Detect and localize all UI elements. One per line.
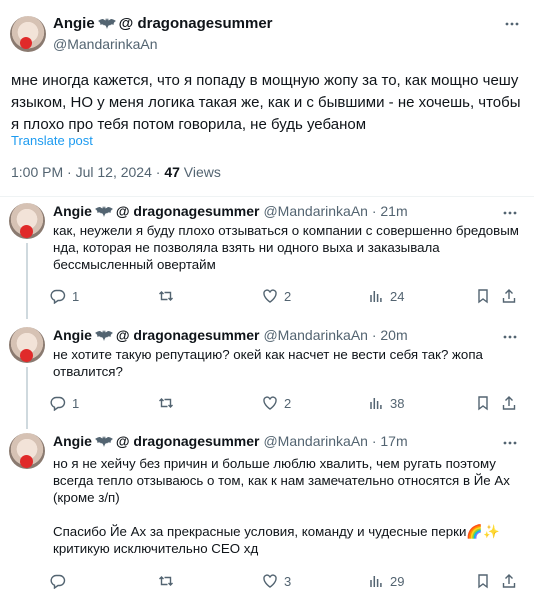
like-button[interactable]: 2 [262,395,291,411]
translate-link[interactable]: Translate post [11,133,93,148]
like-icon [263,289,277,303]
share-button[interactable] [501,573,517,589]
reply-paragraph: Спасибо Йе Ах за прекрасные условия, ком… [53,524,500,556]
like-icon [263,574,277,588]
avatar[interactable] [9,203,45,239]
repost-button[interactable] [158,395,180,411]
bat-icon [94,435,113,447]
reply-paragraph: как, неужели я буду плохо отзываться о к… [53,223,519,272]
bookmark-button[interactable] [475,573,491,589]
reply-text: но я не хейчу без причин и больше люблю … [53,455,523,557]
more-icon[interactable] [502,435,518,456]
reply-icon [50,289,66,304]
more-icon[interactable] [504,16,520,37]
repost-icon [159,291,173,301]
repost-icon [159,398,173,408]
action-bar: 1 2 38 [50,395,520,415]
repost-icon [159,576,173,586]
avatar[interactable] [9,327,45,363]
reply-icon [50,574,66,589]
share-button[interactable] [501,288,517,304]
avatar[interactable] [10,16,46,52]
repost-button[interactable] [158,288,180,304]
share-icon [502,289,516,303]
timestamp[interactable]: 1:00 PM · Jul 12, 2024 · [11,164,164,180]
thread-line [26,243,28,319]
views-button[interactable]: 24 [368,288,404,304]
views-icon [370,398,382,409]
author-handle[interactable]: @MandarinkaAn · 17m [263,433,407,449]
reply-button[interactable] [50,573,72,589]
like-count: 2 [284,395,292,411]
reply-count: 1 [72,395,80,411]
divider [0,196,534,197]
share-icon [502,396,516,410]
reply-paragraph: но я не хейчу без причин и больше люблю … [53,456,510,505]
bat-icon [94,329,113,341]
reply-paragraph: не хотите такую репутацию? окей как насч… [53,347,483,379]
action-bar: 3 29 [50,573,520,593]
like-count: 3 [284,573,292,589]
thread-line [26,367,28,429]
reply-count: 1 [72,288,80,304]
reply-text: как, неужели я буду плохо отзываться о к… [53,222,523,273]
share-icon [502,574,516,588]
display-name-suffix: @ dragonagesummer [115,203,260,219]
reply-text: не хотите такую репутацию? окей как насч… [53,346,523,380]
display-name[interactable]: Angie [53,433,92,449]
author-handle[interactable]: @MandarinkaAn · 21m [263,203,407,219]
bookmark-button[interactable] [475,395,491,411]
like-button[interactable]: 3 [262,573,291,589]
share-button[interactable] [501,395,517,411]
views-count: 24 [390,288,405,304]
display-name[interactable]: Angie [53,15,95,32]
reply-header: Angie @ dragonagesummer @MandarinkaAn · … [53,203,408,219]
tweet-meta: 1:00 PM · Jul 12, 2024 · 47 Views [11,164,221,180]
bat-icon [94,205,113,217]
views-button[interactable]: 38 [368,395,404,411]
reply-button[interactable]: 1 [50,395,79,411]
bookmark-icon [478,396,488,411]
like-button[interactable]: 2 [262,288,291,304]
display-name-suffix: @ dragonagesummer [118,15,273,32]
reply-header: Angie @ dragonagesummer @MandarinkaAn · … [53,327,408,343]
reply-icon [50,396,66,411]
bat-icon [97,18,116,29]
tweet-text: мне иногда кажется, что я попаду в мощну… [11,72,521,133]
bookmark-button[interactable] [475,288,491,304]
views-count: 29 [390,573,405,589]
display-name[interactable]: Angie [53,203,92,219]
author-handle[interactable]: @MandarinkaAn [53,36,158,52]
views-icon [370,576,382,587]
reply-button[interactable]: 1 [50,288,79,304]
like-icon [263,396,277,410]
bookmark-icon [478,574,488,589]
views-count: 38 [390,395,405,411]
repost-button[interactable] [158,573,180,589]
display-name-suffix: @ dragonagesummer [115,327,260,343]
views-button[interactable]: 29 [368,573,404,589]
action-bar: 1 2 24 [50,288,520,308]
display-name[interactable]: Angie [53,327,92,343]
bookmark-icon [478,289,488,304]
display-name-suffix: @ dragonagesummer [115,433,260,449]
author-handle[interactable]: @MandarinkaAn · 20m [263,327,407,343]
reply-header: Angie @ dragonagesummer @MandarinkaAn · … [53,433,408,449]
views-icon [370,291,382,302]
like-count: 2 [284,288,292,304]
views-count: 47 [164,164,180,180]
views-label: Views [179,164,221,180]
author-name-row[interactable]: Angie @ dragonagesummer [53,15,273,32]
avatar[interactable] [9,433,45,469]
